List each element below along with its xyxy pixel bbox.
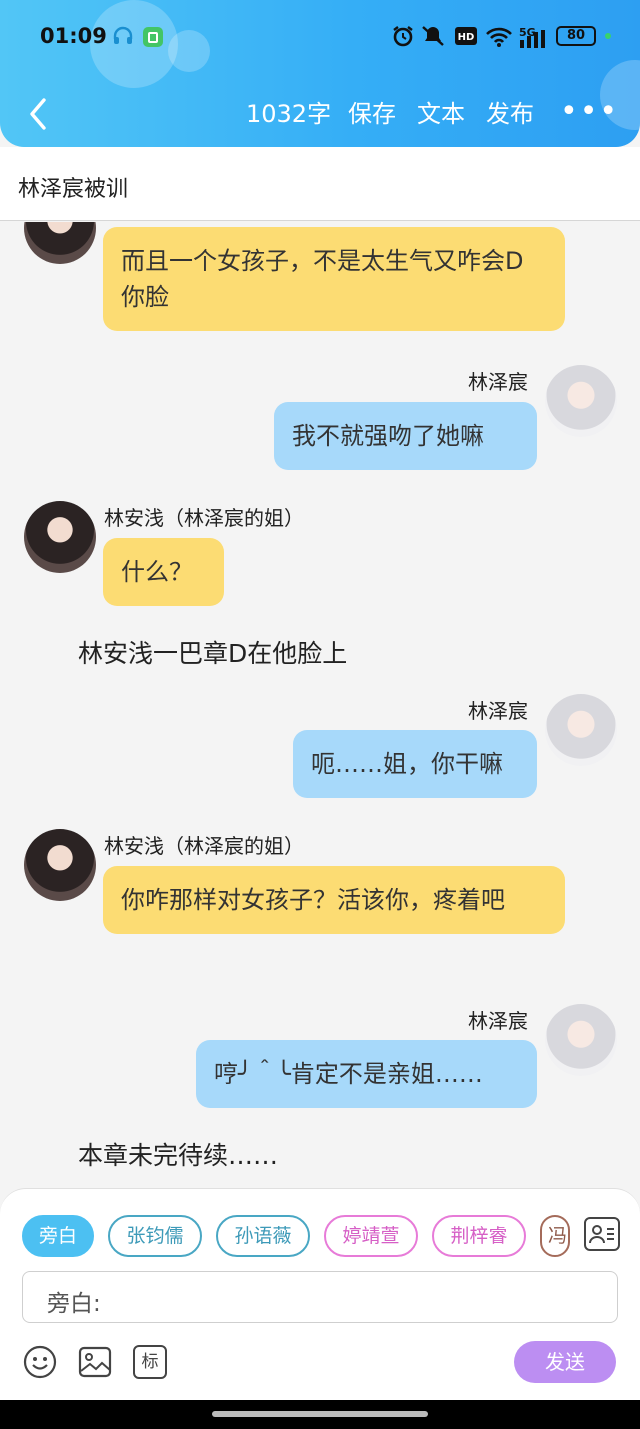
- speaker-name: 林安浅（林泽宸的姐）: [104, 834, 304, 858]
- chapter-title-bar: 林泽宸被训: [0, 147, 640, 221]
- publish-button[interactable]: 发布: [486, 98, 534, 130]
- avatar[interactable]: [545, 1004, 617, 1076]
- role-chip[interactable]: 张钧儒: [108, 1215, 202, 1257]
- narration-text[interactable]: 林安浅一巴章D在他脸上: [78, 634, 347, 670]
- speaker-name: 林安浅（林泽宸的姐）: [104, 506, 304, 530]
- chat-area[interactable]: 而且一个女孩子，不是太生气又咋会D你脸 林泽宸 我不就强吻了她嘛 林安浅（林泽宸…: [0, 222, 640, 1188]
- text-button[interactable]: 文本: [417, 98, 465, 130]
- message-bubble[interactable]: 呃……姐，你干嘛: [293, 730, 537, 798]
- hd-icon: HD: [455, 27, 477, 45]
- avatar[interactable]: [24, 222, 96, 264]
- avatar[interactable]: [545, 694, 617, 766]
- clock: 01:09: [40, 24, 107, 48]
- editor-toolbar: 1032字 保存 文本 发布 •••: [0, 92, 640, 136]
- message-bubble[interactable]: 哼╯＾╰肯定不是亲姐……: [196, 1040, 537, 1108]
- app-header: 01:09 HD 5G 80 1032字 保存 文本 发布 •••: [0, 0, 640, 147]
- emoji-icon[interactable]: [23, 1345, 57, 1379]
- avatar[interactable]: [24, 501, 96, 573]
- save-button[interactable]: 保存: [348, 98, 396, 130]
- contacts-icon[interactable]: [584, 1217, 620, 1251]
- send-button[interactable]: 发送: [514, 1341, 616, 1383]
- message-bubble[interactable]: 你咋那样对女孩子？活该你，疼着吧: [103, 866, 565, 934]
- message-bubble[interactable]: 什么？: [103, 538, 224, 606]
- back-arrow-icon[interactable]: [24, 94, 54, 134]
- image-icon[interactable]: [78, 1345, 112, 1379]
- role-chip-narration[interactable]: 旁白: [22, 1215, 94, 1257]
- chapter-title[interactable]: 林泽宸被训: [18, 171, 128, 203]
- message-bubble[interactable]: 我不就强吻了她嘛: [274, 402, 537, 470]
- app-notification-icon: [143, 27, 163, 47]
- more-options-icon[interactable]: •••: [560, 94, 619, 130]
- avatar[interactable]: [24, 829, 96, 901]
- signal-icon: [520, 30, 545, 48]
- speaker-name: 林泽宸: [468, 370, 528, 394]
- battery-indicator: 80: [556, 26, 596, 46]
- avatar[interactable]: [545, 365, 617, 437]
- status-bar: 01:09 HD 5G 80: [0, 20, 640, 56]
- speaker-name: 林泽宸: [468, 699, 528, 723]
- message-input[interactable]: 旁白:: [22, 1271, 618, 1323]
- charging-dot: [605, 33, 611, 39]
- headset-icon: [113, 26, 133, 44]
- mute-icon: [422, 26, 444, 46]
- battery-level: 80: [566, 28, 586, 43]
- tag-button[interactable]: 标: [133, 1345, 167, 1379]
- role-chip-partial[interactable]: 冯: [540, 1215, 570, 1257]
- home-indicator[interactable]: [212, 1411, 428, 1417]
- input-role-label: 旁白:: [47, 1291, 101, 1317]
- message-bubble[interactable]: 而且一个女孩子，不是太生气又咋会D你脸: [103, 227, 565, 331]
- role-chip[interactable]: 婷靖萱: [324, 1215, 418, 1257]
- svg-text:HD: HD: [458, 32, 475, 43]
- word-count: 1032字: [246, 100, 332, 128]
- narration-text[interactable]: 本章未完待续……: [78, 1136, 278, 1172]
- alarm-icon: [393, 26, 413, 47]
- role-chip[interactable]: 孙语薇: [216, 1215, 310, 1257]
- message-composer: 旁白 张钧儒 孙语薇 婷靖萱 荆梓睿 冯 旁白: 标 发送: [0, 1188, 640, 1400]
- role-chip[interactable]: 荆梓睿: [432, 1215, 526, 1257]
- system-nav-bar: [0, 1400, 640, 1429]
- speaker-name: 林泽宸: [468, 1009, 528, 1033]
- wifi-icon: [486, 27, 512, 47]
